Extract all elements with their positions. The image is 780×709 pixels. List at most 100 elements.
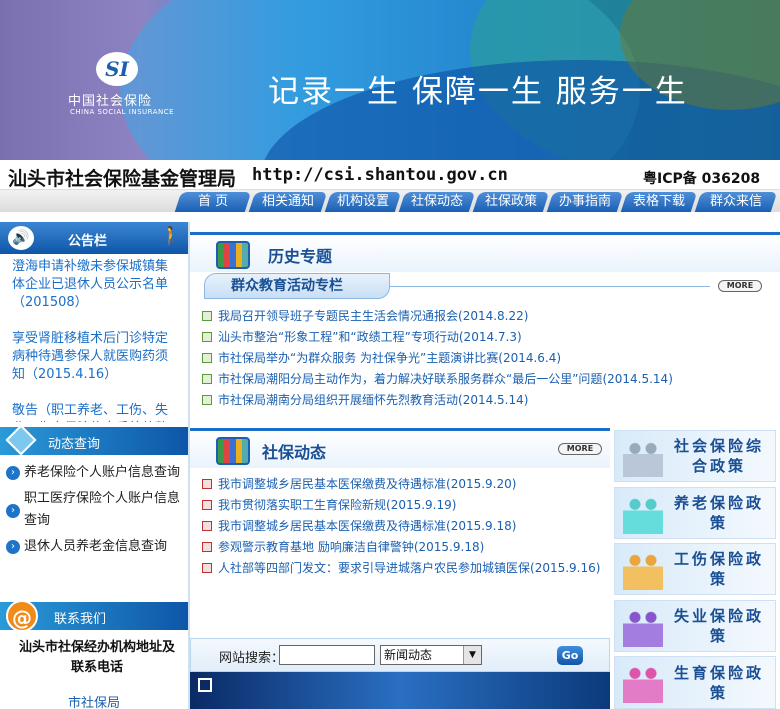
site-search-bar: 网站搜索： 新闻动态 ▼ Go [190,638,610,672]
history-news-item[interactable]: 市社保局举办“为群众服务 为社保争光”主题演讲比赛(2014.6.4) [202,348,561,368]
nav-label: 群众来信 [709,194,762,209]
nav-label: 社保政策 [484,194,537,209]
people-icon [623,439,663,477]
site-name: 汕头市社会保险基金管理局 [8,168,237,190]
news-title: 人社部等四部门发文：要求引导进城落户农民参加城镇医保 [218,561,531,575]
news-date: (2015.9.20) [446,477,517,491]
policy-maternity[interactable]: 生育保险政策 [614,656,776,709]
site-url[interactable]: http://csi.shantou.gov.cn [252,165,508,185]
policy-label: 生育保险政策 [673,663,764,702]
worker-icon [623,552,663,590]
query-label: 职工医疗保险个人账户信息查询 [24,491,181,528]
bottom-banner-image[interactable] [190,672,610,709]
search-label: 网站搜索： [219,651,285,666]
query-label: 退休人员养老金信息查询 [24,539,168,554]
policy-unemployment[interactable]: 失业保险政策 [614,600,776,652]
news-title: 我市贯彻落实职工生育保险新规 [218,498,387,512]
contact-link[interactable]: 市社保局 [0,692,188,709]
policy-label: 社会保险综合政策 [673,437,764,475]
history-news-item[interactable]: 市社保局潮阳分局主动作为，着力解决好联系服务群众“最后一公里”问题(2014.5… [202,369,673,389]
history-more-button[interactable]: MORE [718,280,762,292]
page: SI 中国社会保险 CHINA SOCIAL INSURANCE 记录一生 保障… [0,0,780,709]
banner-slogan: 记录一生 保障一生 服务一生 [268,74,688,110]
news-title: 市社保局潮阳分局主动作为，着力解决好联系服务群众“最后一公里”问题 [218,372,603,386]
bullet-icon [202,563,212,573]
diamond-icon [5,424,37,456]
news-date: (2014.5.14) [458,393,529,407]
logo-cn-text: 中国社会保险 [68,94,153,109]
search-category-value: 新闻动态 [384,648,433,662]
at-icon: @ [6,600,38,632]
history-news-item[interactable]: 我局召开领导班子专题民主生活会情况通报会(2014.8.22) [202,306,528,326]
contact-panel-header: @ 联系我们 [0,600,188,632]
policy-comprehensive[interactable]: 社会保险综合政策 [614,430,776,482]
title-bar: 汕头市社会保险基金管理局 http://csi.shantou.gov.cn 粤… [0,160,780,190]
subtab-line [390,286,710,287]
bullet-icon [202,353,212,363]
query-panel-title: 动态查询 [48,437,101,452]
search-go-button[interactable]: Go [557,646,583,665]
news-title: 参观警示教育基地 励响廉洁自律警钟 [218,540,414,554]
nav-dynamics[interactable]: 社保动态 [398,192,476,212]
header-banner: SI 中国社会保险 CHINA SOCIAL INSURANCE 记录一生 保障… [0,0,780,160]
news-title: 汕头市整治“形象工程”和“政绩工程”专项行动 [218,330,459,344]
bullet-icon [202,479,212,489]
nav-label: 办事指南 [558,194,611,209]
si-logo-icon: SI [96,52,138,86]
query-medical-account[interactable]: › 职工医疗保险个人账户信息查询 [0,488,188,532]
history-title: 历史专题 [268,247,333,266]
arrow-right-icon: › [6,504,20,518]
query-retiree-pension[interactable]: › 退休人员养老金信息查询 [0,536,188,558]
contact-panel-title: 联系我们 [54,612,107,627]
icp-number: 粤ICP备 036208 [643,171,761,187]
dynamics-more-button[interactable]: MORE [558,443,602,455]
nav-policies[interactable]: 社保政策 [472,192,550,212]
news-date: (2014.5.14) [602,372,673,386]
dynamics-news-item[interactable]: 参观警示教育基地 励响廉洁自律警钟(2015.9.18) [202,537,484,557]
news-date: (2015.9.18) [413,540,485,554]
close-icon[interactable] [198,678,212,692]
contact-heading: 汕头市社保经办机构地址及联系电话 [18,640,175,675]
dynamics-news-item[interactable]: 人社部等四部门发文：要求引导进城落户农民参加城镇医保(2015.9.16) [202,558,600,578]
dynamics-news-item[interactable]: 我市调整城乡居民基本医保缴费及待遇标准(2015.9.20) [202,474,516,494]
history-news-item[interactable]: 汕头市整治“形象工程”和“政绩工程”专项行动(2014.7.3) [202,327,522,347]
history-news-item[interactable]: 市社保局潮南分局组织开展缅怀先烈教育活动(2014.5.14) [202,390,528,410]
policy-injury[interactable]: 工伤保险政策 [614,543,776,595]
nav-organization[interactable]: 机构设置 [324,192,402,212]
policy-pension[interactable]: 养老保险政策 [614,487,776,539]
elderly-icon [623,496,663,534]
nav-label: 相关通知 [261,194,314,209]
nav-notices[interactable]: 相关通知 [248,192,328,212]
bullet-icon [202,311,212,321]
subtab-education[interactable]: 群众教育活动专栏 [204,273,390,299]
search-category-select[interactable]: 新闻动态 ▼ [380,645,482,665]
query-panel-header: 动态查询 [0,424,188,456]
news-date: (2014.7.3) [458,330,522,344]
news-date: (2015.9.18) [446,519,517,533]
bullet-icon [202,521,212,531]
nav-forms[interactable]: 表格下载 [620,192,698,212]
news-title: 市社保局举办“为群众服务 为社保争光”主题演讲比赛 [218,351,499,365]
news-title: 我市调整城乡居民基本医保缴费及待遇标准 [218,519,447,533]
news-title: 我局召开领导班子专题民主生活会情况通报会 [218,309,459,323]
notice-item[interactable]: 敬告（职工养老、工伤、失业、生育保险信息系统将整体 [12,402,176,422]
nav-home[interactable]: 首 页 [174,192,252,212]
nav-label: 社保动态 [410,194,463,209]
logo-en-text: CHINA SOCIAL INSURANCE [70,108,175,116]
notice-list: 澄海申请补缴未参保城镇集体企业已退休人员公示名单（201508） 享受肾脏移植术… [0,254,188,422]
news-date: (2015.9.19) [386,498,457,512]
nav-letters[interactable]: 群众来信 [694,192,778,212]
dynamics-news-item[interactable]: 我市调整城乡居民基本医保缴费及待遇标准(2015.9.18) [202,516,516,536]
dynamics-news-item[interactable]: 我市贯彻落实职工生育保险新规(2015.9.19) [202,495,456,515]
nav-guide[interactable]: 办事指南 [546,192,624,212]
speaker-icon: 🔊 [8,226,34,250]
notice-item[interactable]: 澄海申请补缴未参保城镇集体企业已退休人员公示名单（201508） [12,258,176,312]
notice-item[interactable]: 享受肾脏移植术后门诊特定病种待遇参保人就医购药须知（2015.4.16） [12,330,176,384]
figure-icon [623,609,663,647]
bullet-icon [202,500,212,510]
policy-label: 失业保险政策 [673,607,764,645]
search-input[interactable] [279,645,375,665]
news-date: (2014.6.4) [498,351,562,365]
news-date: (2014.8.22) [458,309,529,323]
query-pension-account[interactable]: › 养老保险个人账户信息查询 [0,462,188,484]
